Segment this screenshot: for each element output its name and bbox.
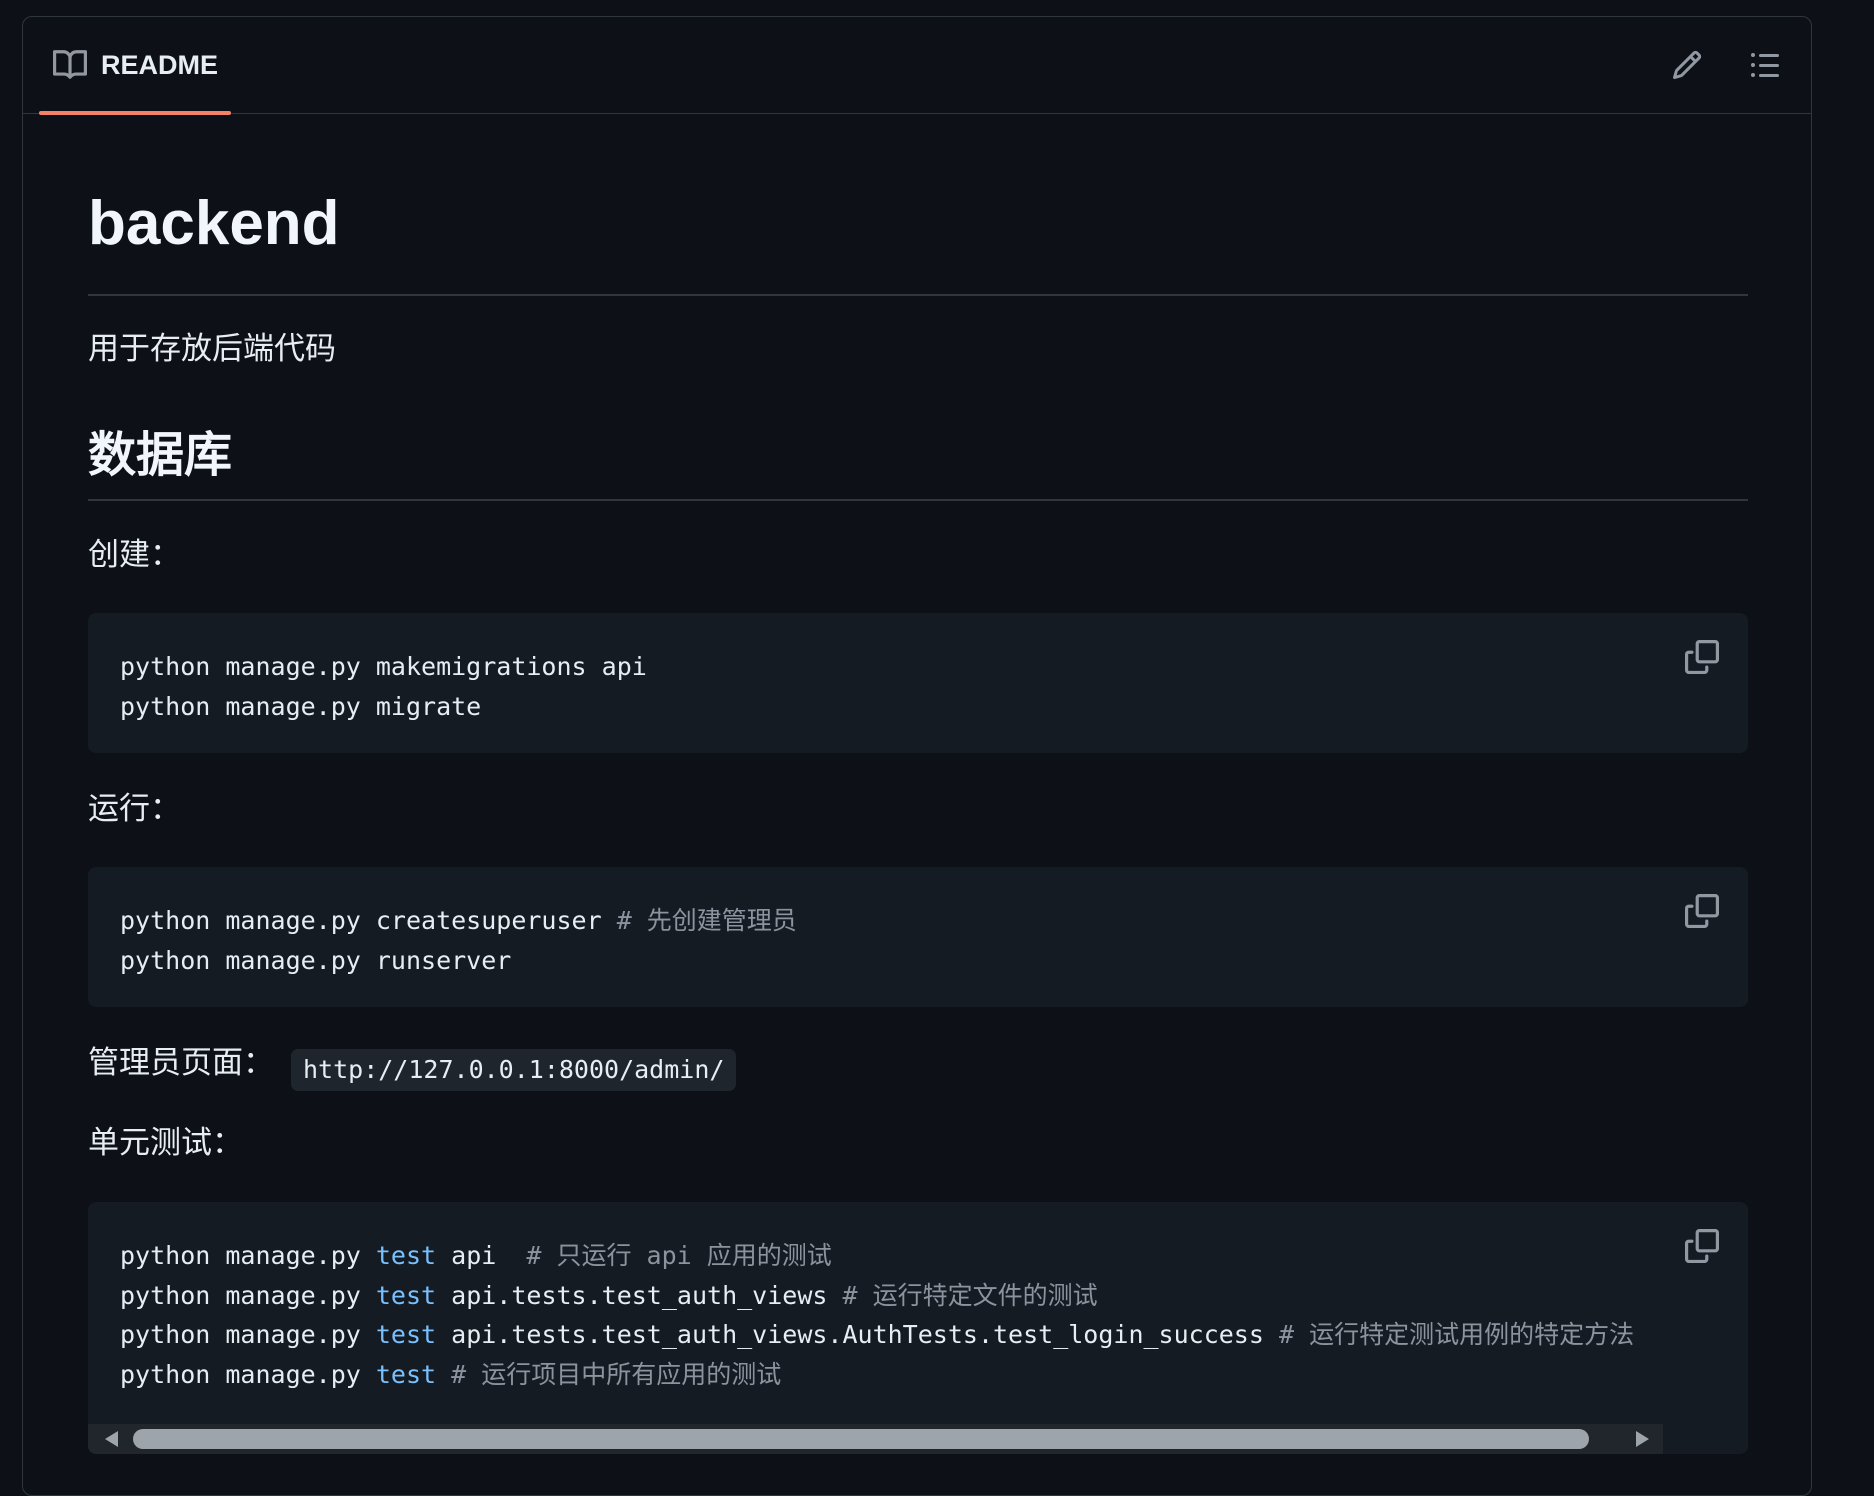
code-keyword: test: [375, 1280, 437, 1310]
title-divider: [88, 294, 1748, 296]
copy-button[interactable]: [1684, 1228, 1720, 1264]
code-line: python manage.py: [120, 1320, 376, 1349]
code-lines-create: python manage.py makemigrations api pyth…: [120, 647, 647, 726]
run-label: 运行：: [88, 791, 181, 827]
list-unordered-icon: [1751, 53, 1779, 77]
code-comment: # 运行特定测试用例的特定方法: [1278, 1320, 1635, 1349]
code-line: python manage.py migrate: [120, 691, 482, 721]
outline-button[interactable]: [1745, 45, 1785, 85]
admin-url-code: http://127.0.0.1:8000/admin/: [291, 1049, 737, 1091]
section-divider: [88, 499, 1748, 501]
readme-title: backend: [88, 189, 340, 258]
readme-description: 用于存放后端代码: [88, 331, 336, 367]
unit-test-label: 单元测试：: [88, 1125, 243, 1161]
create-label: 创建：: [88, 537, 181, 573]
copy-button[interactable]: [1684, 639, 1720, 675]
code-line: python manage.py runserver: [120, 945, 512, 975]
code-comment: # 运行项目中所有应用的测试: [451, 1359, 782, 1389]
code-block-tests: python manage.py test api # 只运行 api 应用的测…: [88, 1202, 1748, 1454]
code-keyword: test: [375, 1320, 437, 1349]
code-keyword: test: [375, 1359, 437, 1389]
code-comment: # 先创建管理员: [616, 906, 797, 935]
code-line: python manage.py makemigrations api: [120, 652, 647, 681]
book-icon: [53, 50, 87, 79]
code-args: [436, 1360, 451, 1389]
scrollbar-thumb[interactable]: [133, 1429, 1589, 1449]
section-heading-database: 数据库: [88, 427, 233, 483]
code-comment: # 运行特定文件的测试: [842, 1280, 1098, 1310]
code-lines-run: python manage.py createsuperuser # 先创建管理…: [120, 901, 797, 980]
code-block-create: python manage.py makemigrations api pyth…: [88, 613, 1748, 753]
copy-icon: [1685, 1229, 1719, 1263]
code-args: api.tests.test_auth_views.AuthTests.test…: [436, 1320, 1279, 1349]
scroll-left-arrow-icon[interactable]: [105, 1431, 118, 1447]
code-args: api.tests.test_auth_views: [436, 1280, 843, 1310]
horizontal-scrollbar[interactable]: [88, 1424, 1663, 1454]
tab-readme[interactable]: README: [39, 17, 231, 113]
tab-readme-label: README: [101, 49, 219, 80]
admin-page-label: 管理员页面：: [88, 1045, 274, 1081]
scroll-right-arrow-icon[interactable]: [1636, 1431, 1649, 1447]
copy-icon: [1685, 894, 1719, 928]
active-tab-indicator: [39, 111, 231, 115]
pencil-icon: [1672, 50, 1702, 80]
readme-panel: README backend 用于存放后端代码 数据库 创建： python m…: [22, 16, 1812, 1496]
code-line: python manage.py: [120, 1359, 376, 1389]
edit-file-button[interactable]: [1667, 45, 1707, 85]
code-line: python manage.py: [120, 1280, 376, 1310]
code-keyword: test: [375, 1241, 437, 1270]
copy-icon: [1685, 640, 1719, 674]
code-lines-tests: python manage.py test api # 只运行 api 应用的测…: [120, 1236, 1634, 1394]
readme-header: README: [23, 17, 1811, 115]
code-comment: # 只运行 api 应用的测试: [526, 1241, 832, 1270]
code-args: api: [436, 1241, 527, 1270]
code-line: python manage.py: [120, 1241, 376, 1270]
code-line: python manage.py createsuperuser: [120, 906, 617, 935]
code-block-run: python manage.py createsuperuser # 先创建管理…: [88, 867, 1748, 1007]
copy-button[interactable]: [1684, 893, 1720, 929]
